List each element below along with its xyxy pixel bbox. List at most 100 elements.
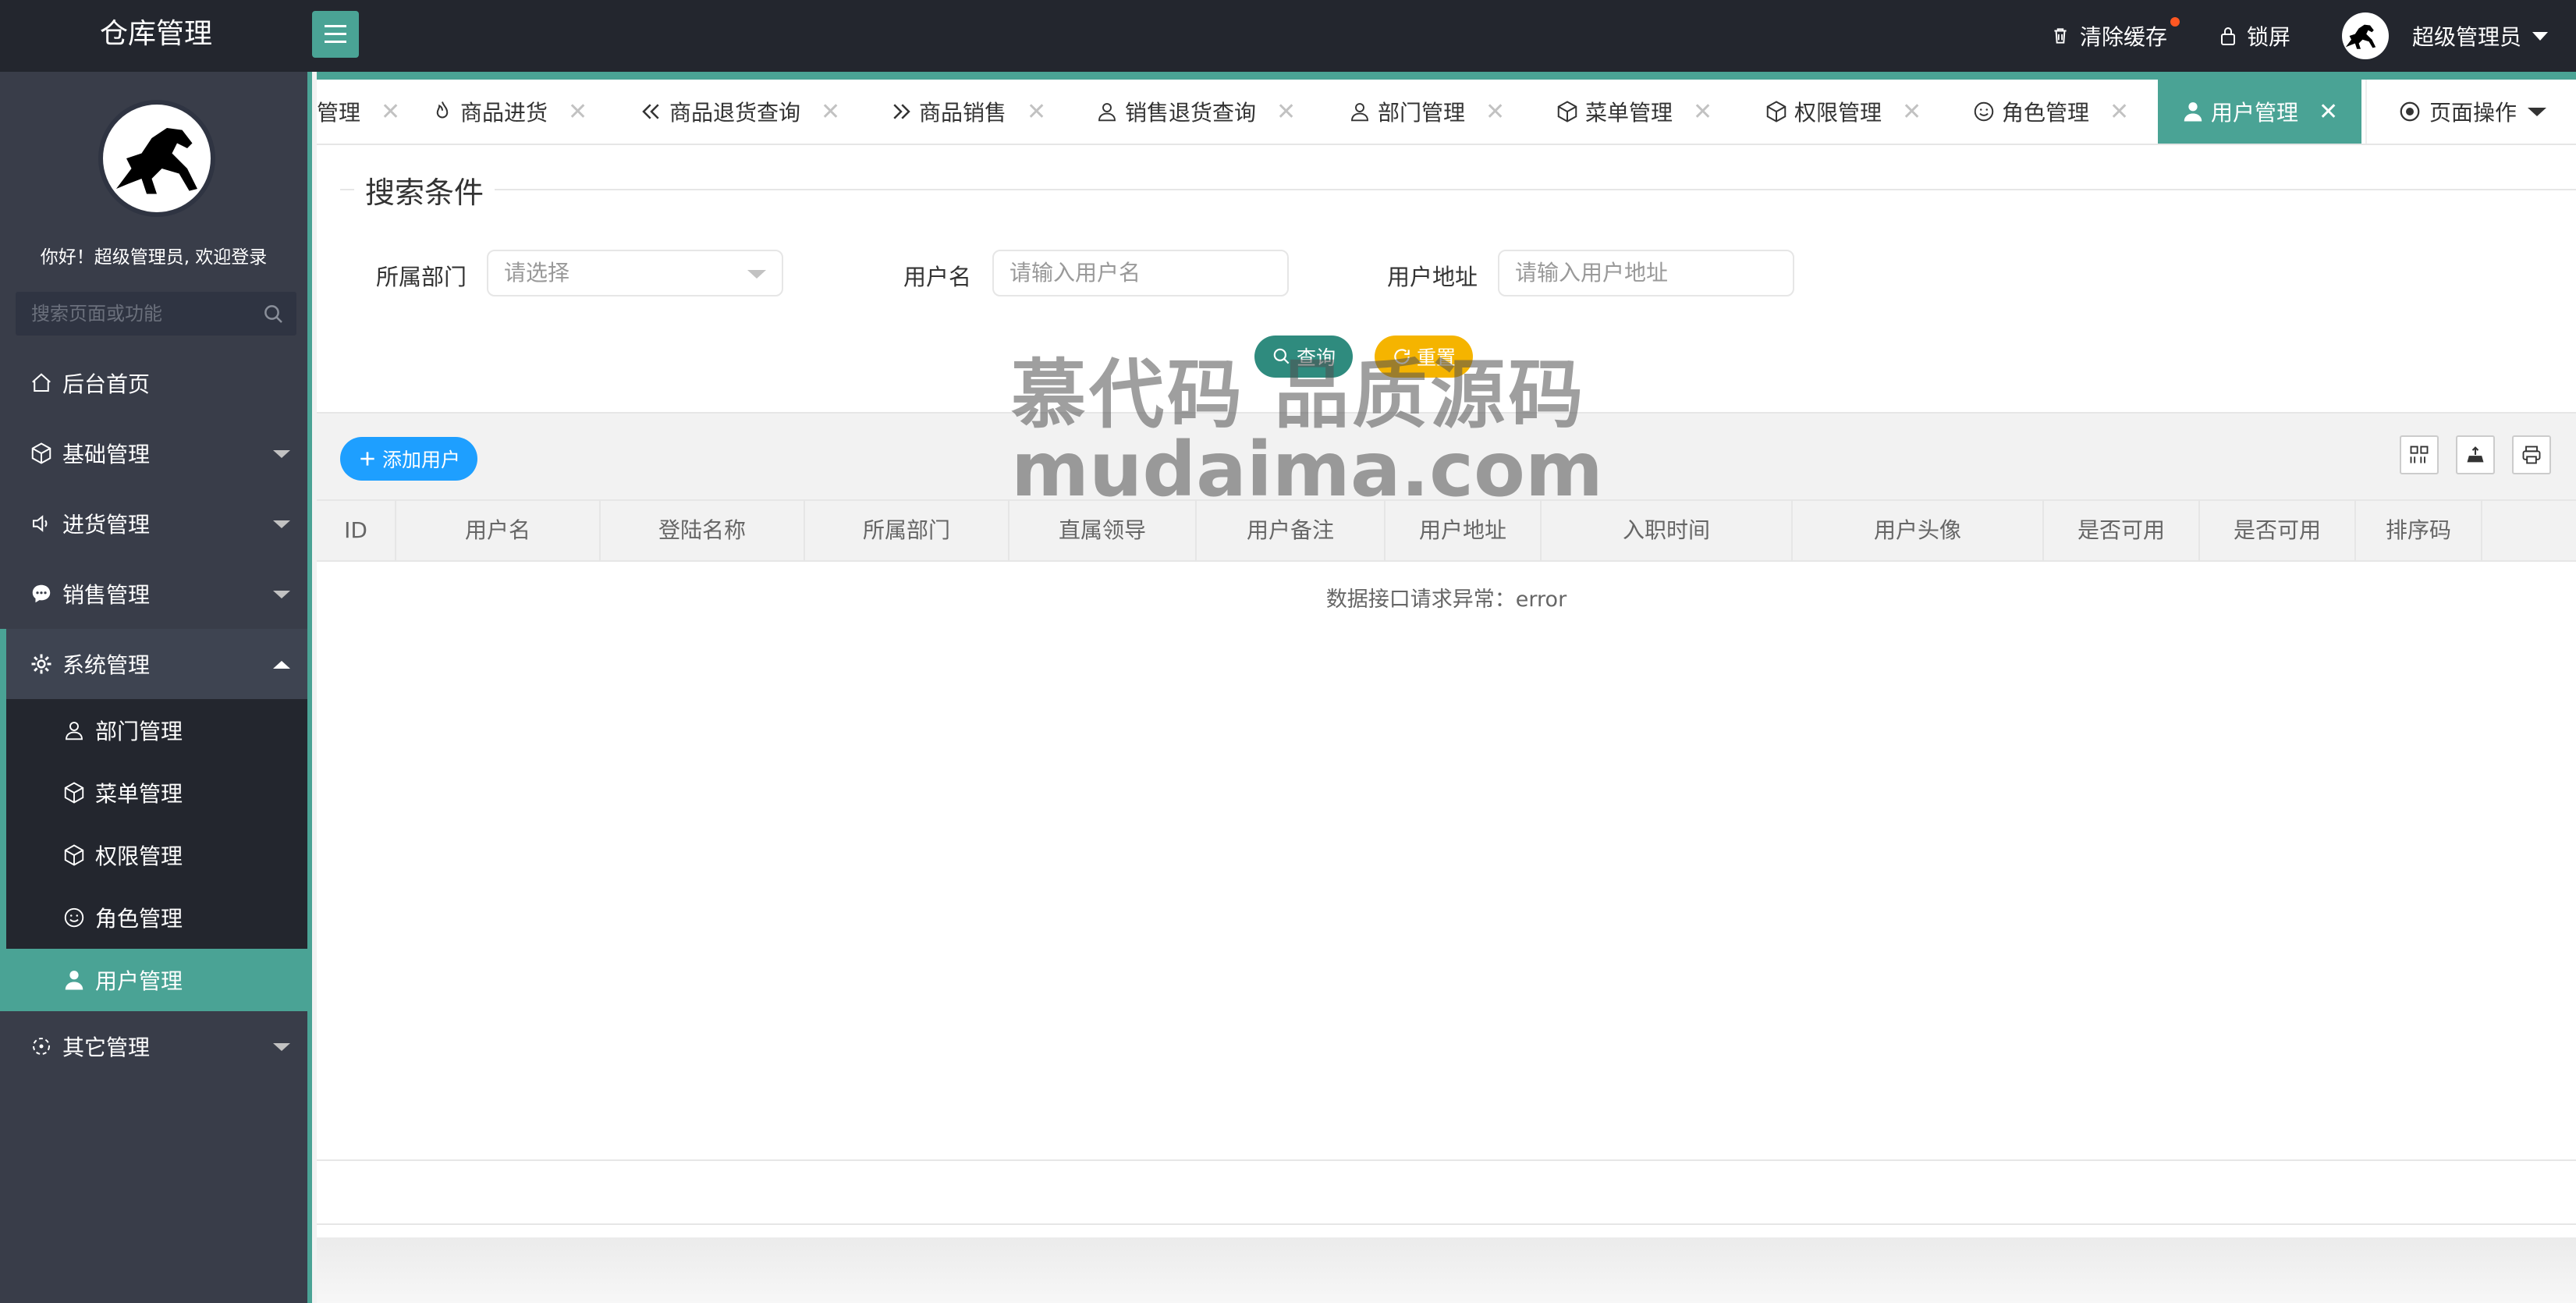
dept-placeholder: 请选择: [504, 260, 570, 286]
column-header[interactable]: 是否可用: [2044, 501, 2200, 560]
close-icon[interactable]: ✕: [2109, 98, 2129, 126]
sidebar-item-label: 后台首页: [62, 371, 151, 397]
tab-partial[interactable]: 管理 ✕: [317, 80, 400, 144]
divider: [317, 1159, 2576, 1161]
column-header[interactable]: 用户名: [396, 501, 601, 560]
chevron-down-icon: [273, 591, 290, 598]
print-button[interactable]: [2512, 435, 2551, 474]
column-header[interactable]: 排序码: [2356, 501, 2482, 560]
sidebar-subitem-label: 菜单管理: [95, 781, 183, 807]
sidebar: 你好！超级管理员, 欢迎登录 搜索页面或功能 后台首页 基础管理 进货管理 销售…: [0, 72, 312, 1303]
tab-label: 商品退货查询: [669, 100, 801, 126]
close-icon[interactable]: ✕: [1902, 98, 1921, 126]
username-input[interactable]: 请输入用户名: [992, 250, 1289, 296]
lock-screen-button[interactable]: 锁屏: [2219, 20, 2290, 51]
close-icon[interactable]: ✕: [568, 98, 587, 126]
tab-purchase[interactable]: 商品进货 ✕: [431, 80, 587, 144]
close-icon[interactable]: ✕: [381, 98, 400, 126]
column-header[interactable]: 用户头像: [1793, 501, 2044, 560]
sidebar-subitem-label: 用户管理: [95, 968, 183, 994]
tab-role[interactable]: 角色管理 ✕: [1972, 80, 2129, 144]
tab-sales[interactable]: 商品销售 ✕: [889, 80, 1046, 144]
tab-permission[interactable]: 权限管理 ✕: [1765, 80, 1921, 144]
tab-user[interactable]: 用户管理 ✕: [2158, 80, 2362, 144]
sidebar-item-department[interactable]: 部门管理: [6, 699, 307, 762]
target-icon: [2400, 101, 2420, 122]
horse-logo-icon: [2345, 24, 2376, 49]
search-legend: 搜索条件: [354, 169, 495, 211]
user-outline-icon: [1351, 103, 1368, 122]
tab-menu[interactable]: 菜单管理 ✕: [1556, 80, 1712, 144]
sidebar-item-sales[interactable]: 销售管理: [0, 559, 307, 629]
user-name: 超级管理员: [2411, 24, 2521, 50]
close-icon[interactable]: ✕: [1027, 98, 1046, 126]
sidebar-search-input[interactable]: 搜索页面或功能: [16, 292, 296, 336]
sidebar-item-role[interactable]: 角色管理: [6, 886, 307, 949]
sidebar-item-label: 基础管理: [62, 442, 151, 467]
tab-label: 销售退货查询: [1125, 100, 1257, 126]
tab-sales-return[interactable]: 销售退货查询 ✕: [1095, 80, 1296, 144]
sidebar-avatar: [98, 100, 215, 217]
column-header[interactable]: 是否可用: [2200, 501, 2356, 560]
clear-cache-button[interactable]: 清除缓存: [2050, 17, 2180, 51]
sidebar-item-basic[interactable]: 基础管理: [0, 418, 307, 488]
close-icon[interactable]: ✕: [1485, 98, 1505, 126]
table-empty-message: 数据接口请求异常：error: [1325, 588, 1567, 612]
footer: [317, 1237, 2576, 1303]
user-outline-icon: [1098, 103, 1116, 122]
close-icon[interactable]: ✕: [2319, 98, 2338, 126]
sidebar-item-label: 系统管理: [62, 652, 151, 678]
smile-icon: [64, 907, 84, 928]
column-header[interactable]: 所属部门: [805, 501, 1009, 560]
address-input[interactable]: 请输入用户地址: [1498, 250, 1794, 296]
column-header[interactable]: 登陆名称: [601, 501, 805, 560]
sidebar-item-user[interactable]: 用户管理: [0, 949, 307, 1011]
sidebar-item-menu[interactable]: 菜单管理: [6, 762, 307, 824]
sidebar-item-system[interactable]: 系统管理: [0, 629, 307, 699]
loader-icon: [33, 1038, 50, 1055]
chevron-down-icon: [2532, 31, 2548, 41]
gear-icon: [31, 654, 51, 674]
add-user-button[interactable]: 添加用户: [340, 437, 477, 481]
export-button[interactable]: [2456, 435, 2495, 474]
cube-icon: [64, 844, 84, 866]
speaker-icon: [33, 515, 48, 532]
dept-select[interactable]: 请选择: [487, 250, 783, 296]
search-icon[interactable]: [262, 303, 286, 326]
user-menu[interactable]: 超级管理员: [2341, 12, 2548, 59]
columns-filter-button[interactable]: [2400, 435, 2439, 474]
user-outline-icon: [66, 722, 83, 740]
close-icon[interactable]: ✕: [821, 98, 840, 126]
notification-dot: [2170, 17, 2180, 27]
sidebar-item-other[interactable]: 其它管理: [0, 1011, 307, 1081]
sidebar-subitem-label: 权限管理: [95, 843, 183, 869]
user-icon: [2184, 102, 2202, 122]
cube-icon: [64, 782, 84, 804]
tab-purchase-return[interactable]: 商品退货查询 ✕: [640, 80, 840, 144]
page-operations-dropdown[interactable]: 页面操作: [2365, 80, 2576, 144]
sidebar-item-purchase[interactable]: 进货管理: [0, 488, 307, 559]
lock-icon: [2220, 27, 2235, 45]
chat-icon: [32, 584, 51, 603]
tab-label: 权限管理: [1794, 100, 1882, 126]
sidebar-item-permission[interactable]: 权限管理: [6, 824, 307, 886]
chevron-up-icon: [273, 661, 290, 669]
app-title: 仓库管理: [99, 18, 212, 50]
plus-icon: [360, 452, 374, 466]
sidebar-item-home[interactable]: 后台首页: [0, 348, 307, 418]
avatar: [2341, 12, 2389, 59]
export-icon: [2467, 446, 2484, 463]
menu-toggle-button[interactable]: [312, 11, 359, 58]
watermark-url: mudaima.com: [1011, 426, 1603, 513]
close-icon[interactable]: ✕: [1276, 98, 1296, 126]
add-user-label: 添加用户: [381, 449, 460, 471]
close-icon[interactable]: ✕: [1693, 98, 1712, 126]
dept-label: 所属部门: [376, 264, 467, 290]
column-header[interactable]: ID: [317, 501, 396, 560]
print-icon: [2522, 446, 2541, 464]
cube-icon: [1557, 101, 1577, 122]
clear-cache-label: 清除缓存: [2079, 24, 2167, 50]
tab-department[interactable]: 部门管理 ✕: [1348, 80, 1505, 144]
lock-screen-label: 锁屏: [2246, 24, 2290, 50]
chevron-down-icon: [273, 450, 290, 458]
